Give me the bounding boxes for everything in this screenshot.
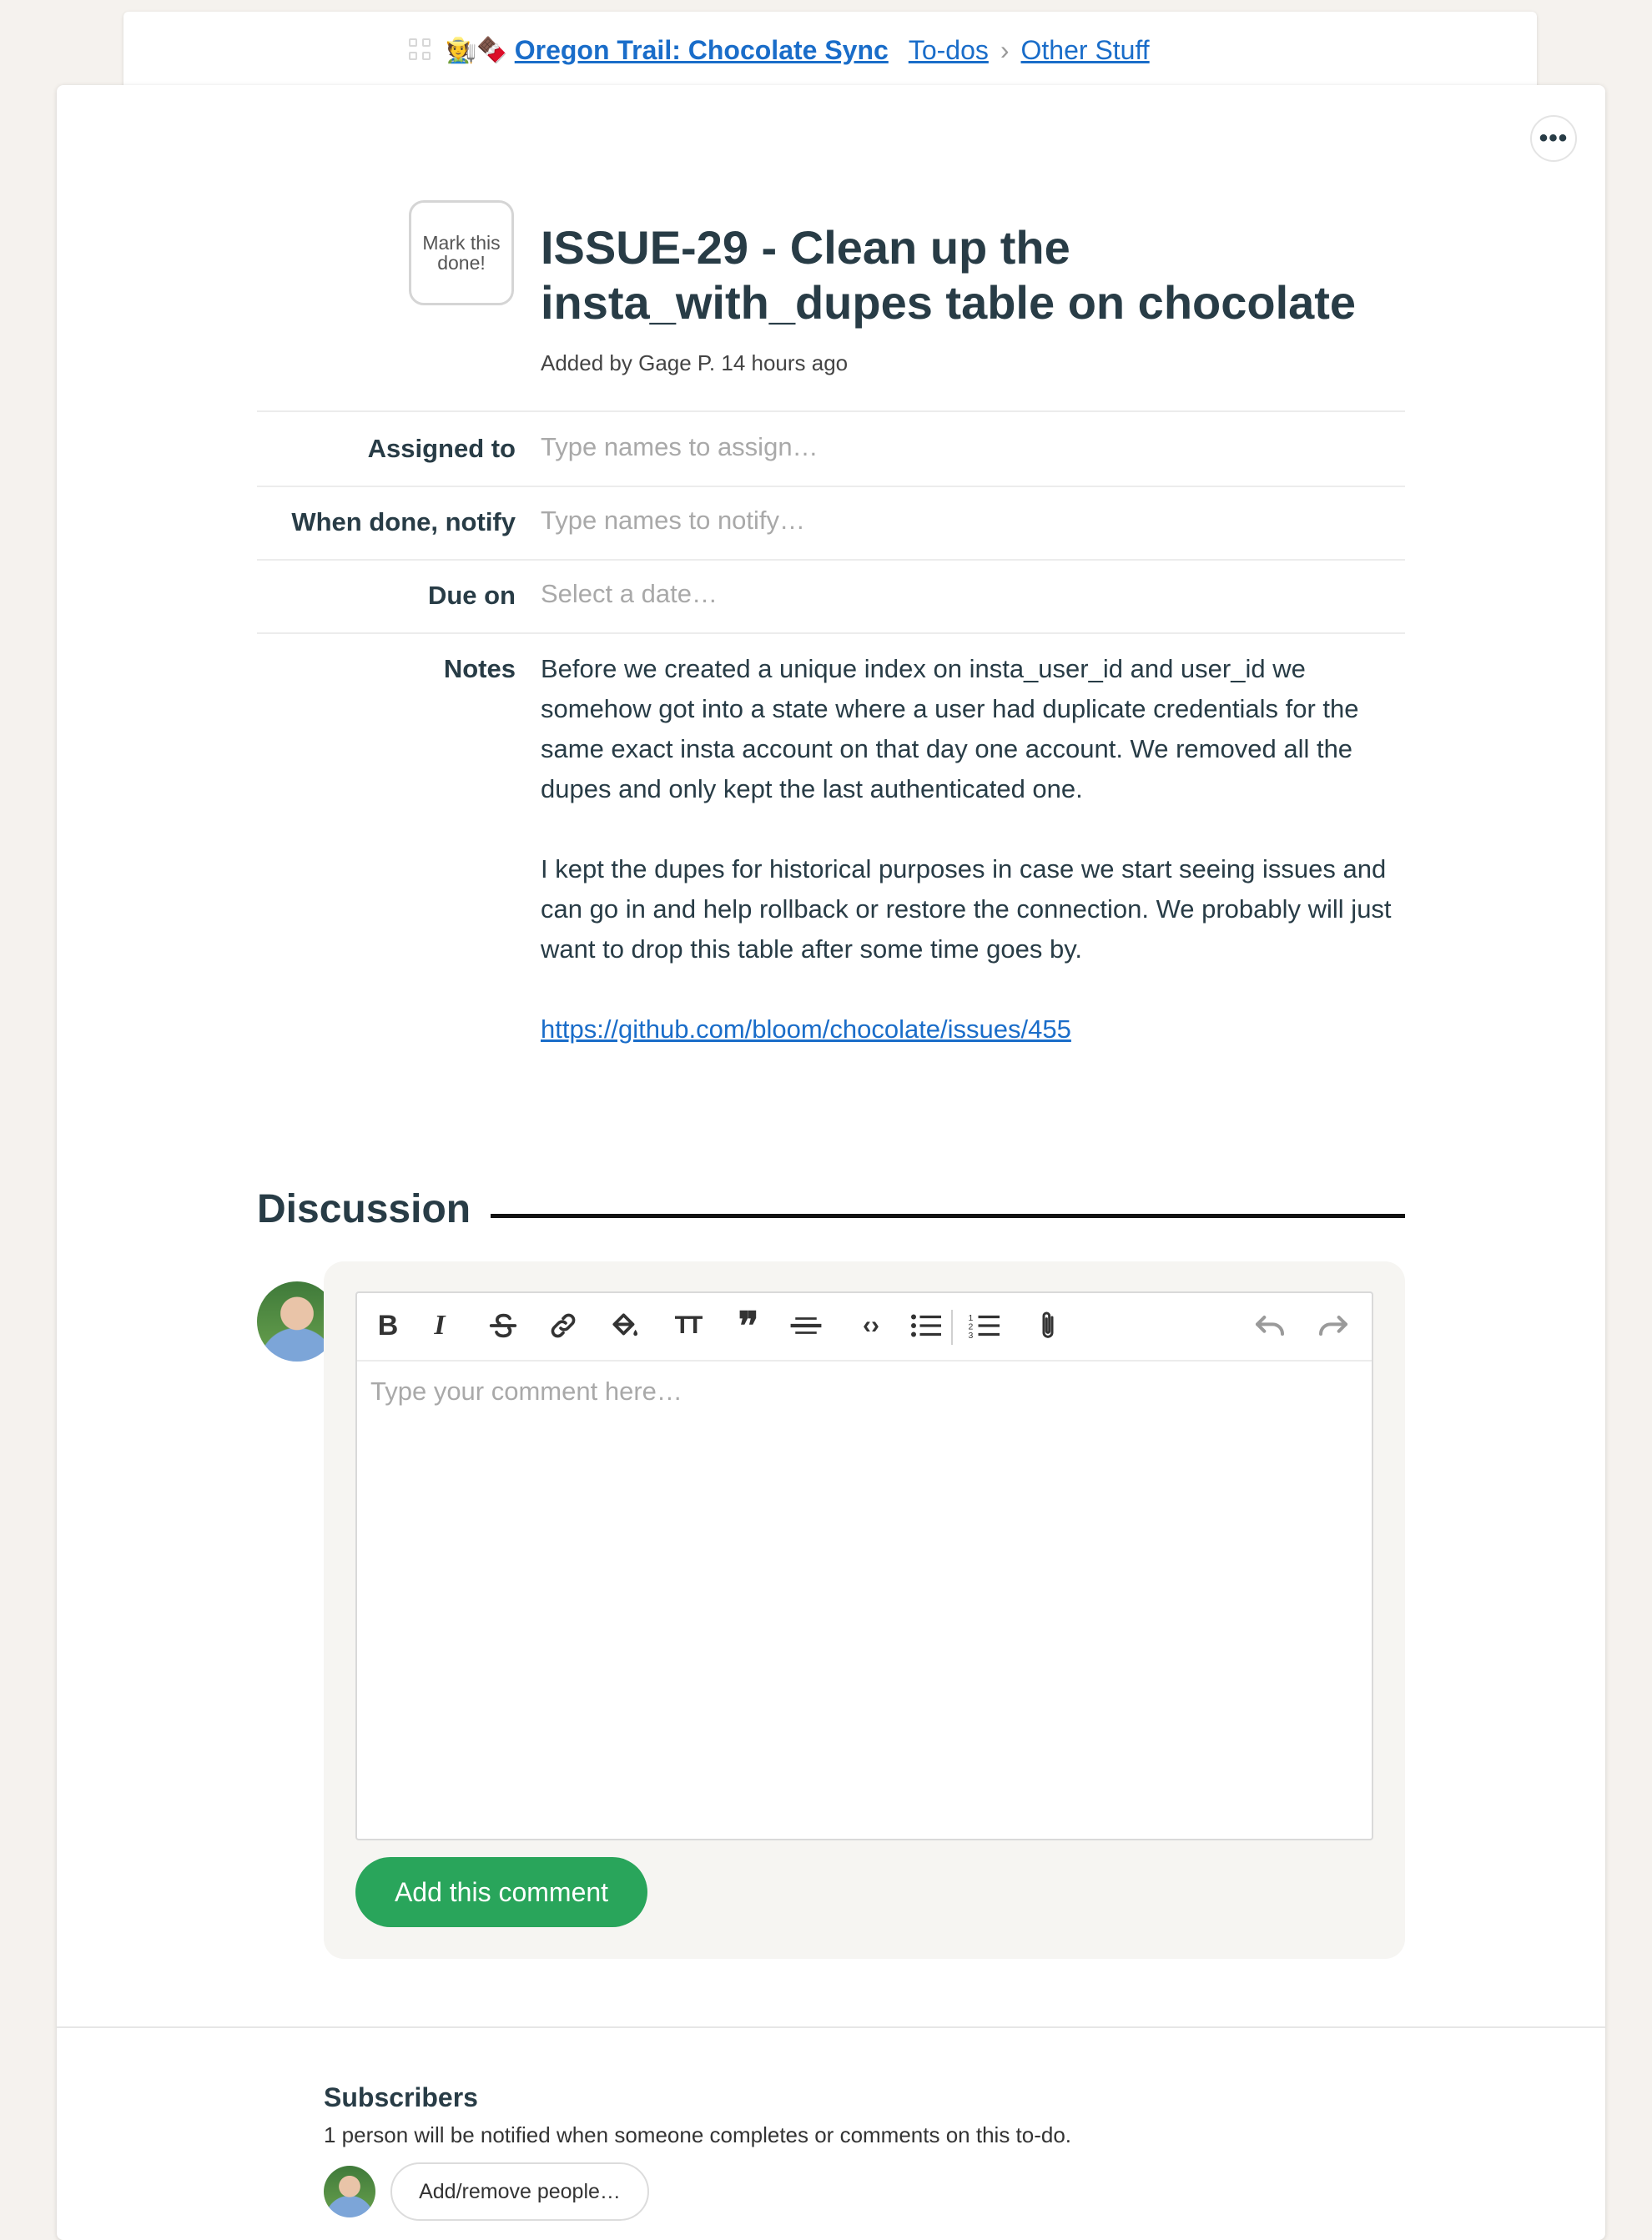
field-divider: [257, 486, 1405, 487]
due-label: Due on: [427, 581, 516, 610]
notes-paragraph: Before we created a unique index on inst…: [541, 654, 1359, 803]
heading-button[interactable]: TT: [664, 1305, 711, 1347]
code-button[interactable]: ‹›: [851, 1305, 891, 1347]
subscriber-avatar: [324, 2166, 375, 2217]
svg-text:3: 3: [969, 1331, 974, 1341]
bullet-list-icon: [911, 1314, 941, 1337]
add-comment-button[interactable]: Add this comment: [355, 1857, 647, 1927]
bold-icon: B: [377, 1309, 399, 1341]
assigned-label: Assigned to: [367, 434, 516, 463]
undo-icon: [1256, 1316, 1284, 1336]
notes-label: Notes: [443, 654, 516, 683]
breadcrumb-project-link[interactable]: Oregon Trail: Chocolate Sync: [515, 35, 889, 66]
strikethrough-button[interactable]: [482, 1305, 524, 1347]
notify-input[interactable]: [541, 506, 841, 536]
mark-done-label: Mark this done!: [422, 232, 501, 274]
field-divider: [257, 632, 1405, 634]
redo-icon: [1319, 1316, 1347, 1336]
text-size-icon: TT: [674, 1311, 703, 1339]
subscribers-note: 1 person will be notified when someone c…: [324, 2122, 1072, 2147]
discussion-rule: [491, 1214, 1405, 1218]
ellipsis-icon: •••: [1539, 124, 1569, 152]
numbered-list-button[interactable]: 123: [963, 1305, 1006, 1347]
added-by-meta: Added by Gage P. 14 hours ago: [541, 350, 849, 375]
attach-file-button[interactable]: [1030, 1305, 1066, 1347]
breadcrumb-todos-link[interactable]: To-dos: [909, 35, 989, 66]
highlight-color-button[interactable]: [604, 1305, 646, 1347]
paperclip-icon: [1042, 1311, 1054, 1338]
comment-placeholder: Type your comment here…: [370, 1377, 682, 1406]
todo-title[interactable]: ISSUE-29 - Clean up the insta_with_dupes…: [541, 220, 1400, 330]
quote-button[interactable]: ❞: [729, 1304, 768, 1347]
strikethrough-icon: [489, 1313, 517, 1338]
mark-done-checkbox[interactable]: Mark this done!: [409, 200, 514, 305]
section-divider: [57, 2026, 1605, 2028]
notify-label: When done, notify: [291, 507, 516, 536]
more-options-button[interactable]: •••: [1530, 115, 1577, 162]
notes-github-link[interactable]: https://github.com/bloom/chocolate/issue…: [541, 1014, 1071, 1044]
project-emoji-icon: 🧑‍🌾🍫: [446, 36, 508, 64]
horizontal-rule-button[interactable]: [781, 1305, 831, 1347]
link-icon: [551, 1313, 576, 1338]
bullet-list-button[interactable]: [904, 1305, 948, 1347]
link-button[interactable]: [542, 1305, 584, 1347]
assignee-input[interactable]: [541, 432, 891, 462]
due-date-input[interactable]: [541, 579, 741, 609]
redo-button[interactable]: [1310, 1305, 1357, 1347]
numbered-list-icon: 123: [969, 1313, 1000, 1341]
horizontal-rule-icon: [790, 1317, 822, 1334]
notes-body[interactable]: Before we created a unique index on inst…: [541, 649, 1400, 1050]
field-divider: [257, 410, 1405, 412]
breadcrumb: 🧑‍🌾🍫 Oregon Trail: Chocolate Sync To-dos…: [409, 23, 1160, 77]
project-grid-icon[interactable]: [409, 38, 432, 62]
paint-bucket-icon: [612, 1313, 638, 1336]
toolbar-separator: [951, 1310, 953, 1345]
code-icon: ‹›: [863, 1311, 879, 1339]
add-remove-people-button[interactable]: Add/remove people…: [390, 2162, 649, 2221]
breadcrumb-list-link[interactable]: Other Stuff: [1021, 35, 1150, 66]
field-divider: [257, 559, 1405, 561]
italic-button[interactable]: I: [421, 1305, 459, 1347]
editor-toolbar: B I TT ❞ ‹› 123: [357, 1293, 1372, 1362]
breadcrumb-separator: ›: [1000, 34, 1010, 65]
bold-button[interactable]: B: [369, 1305, 407, 1347]
subscribers-heading: Subscribers: [324, 2082, 478, 2112]
notes-paragraph: I kept the dupes for historical purposes…: [541, 854, 1392, 964]
discussion-heading: Discussion: [257, 1187, 471, 1231]
italic-icon: I: [434, 1310, 446, 1341]
comment-textarea[interactable]: Type your comment here…: [357, 1362, 1372, 1839]
undo-button[interactable]: [1247, 1305, 1293, 1347]
quote-icon: ❞: [738, 1304, 759, 1347]
comment-editor: B I TT ❞ ‹› 123 Type your comment here…: [355, 1291, 1373, 1840]
